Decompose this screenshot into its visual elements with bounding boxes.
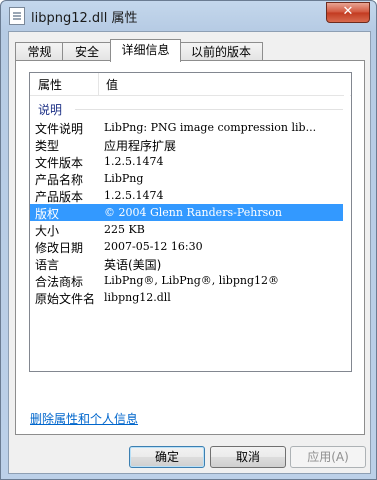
list-header: 属性 值 — [30, 73, 351, 96]
list-scrollbar[interactable] — [344, 95, 350, 371]
detail-row[interactable]: 文件说明 LibPng: PNG image compression lib..… — [30, 119, 343, 136]
detail-row[interactable]: 修改日期 2007-05-12 16:30 — [30, 238, 343, 255]
apply-button[interactable]: 应用(A) — [290, 446, 366, 468]
group-divider — [75, 109, 343, 110]
property-name: 文件说明 — [35, 122, 84, 136]
title-bar[interactable]: libpng12.dll 属性 ✕ — [1, 1, 376, 31]
remove-properties-link[interactable]: 删除属性和个人信息 — [30, 410, 138, 427]
tab-security[interactable]: 安全 — [62, 42, 112, 61]
property-value: 2007-05-12 16:30 — [104, 240, 203, 253]
property-value: 225 KB — [104, 223, 145, 236]
file-icon — [9, 7, 25, 25]
property-value: LibPng: PNG image compression lib... — [104, 121, 317, 134]
detail-row[interactable]: 产品版本 1.2.5.1474 — [30, 187, 343, 204]
property-value: libpng12.dll — [104, 291, 171, 304]
property-name: 大小 — [35, 224, 60, 238]
details-panel: 属性 值 说明 文件说明 LibPng: PNG image compressi… — [15, 60, 365, 435]
property-value: © 2004 Glenn Randers-Pehrson — [104, 206, 282, 219]
property-value: LibPng®, LibPng®, libpng12® — [104, 274, 280, 287]
property-name: 语言 — [35, 258, 60, 272]
detail-row[interactable]: 类型 应用程序扩展 — [30, 136, 343, 153]
property-value: 英语(美国) — [104, 258, 162, 272]
close-button[interactable]: ✕ — [326, 2, 370, 23]
column-header-property[interactable]: 属性 — [38, 76, 62, 93]
properties-window: libpng12.dll 属性 ✕ 常规 安全 详细信息 以前的版本 属性 值 … — [0, 0, 377, 480]
tab-general[interactable]: 常规 — [15, 42, 64, 61]
property-name: 合法商标 — [35, 275, 84, 289]
tab-strip: 常规 安全 详细信息 以前的版本 — [15, 39, 365, 62]
property-value: 1.2.5.1474 — [104, 155, 164, 168]
property-name: 修改日期 — [35, 241, 84, 255]
detail-row[interactable]: 文件版本 1.2.5.1474 — [30, 153, 343, 170]
window-title: libpng12.dll 属性 — [31, 11, 138, 26]
detail-row[interactable]: 语言 英语(美国) — [30, 255, 343, 272]
detail-row[interactable]: 大小 225 KB — [30, 221, 343, 238]
ok-button[interactable]: 确定 — [129, 446, 205, 468]
property-value: 应用程序扩展 — [104, 139, 177, 153]
cancel-button[interactable]: 取消 — [210, 446, 286, 468]
detail-row[interactable]: 产品名称 LibPng — [30, 170, 343, 187]
property-name: 文件版本 — [35, 156, 84, 170]
property-name: 版权 — [35, 207, 60, 221]
dialog-client: 常规 安全 详细信息 以前的版本 属性 值 说明 文件说明 LibPng: PN… — [8, 31, 371, 474]
column-divider[interactable] — [98, 73, 99, 95]
detail-row-selected[interactable]: 版权 © 2004 Glenn Randers-Pehrson — [30, 204, 343, 221]
property-name: 产品名称 — [35, 173, 84, 187]
detail-row[interactable]: 合法商标 LibPng®, LibPng®, libpng12® — [30, 272, 343, 289]
detail-row[interactable]: 原始文件名 libpng12.dll — [30, 289, 343, 306]
group-header-description: 说明 — [38, 103, 63, 117]
property-value: 1.2.5.1474 — [104, 189, 164, 202]
details-list[interactable]: 属性 值 说明 文件说明 LibPng: PNG image compressi… — [29, 72, 352, 372]
property-value: LibPng — [104, 172, 144, 185]
column-header-value[interactable]: 值 — [106, 76, 118, 93]
property-name: 原始文件名 — [35, 292, 96, 306]
tab-details[interactable]: 详细信息 — [110, 39, 181, 62]
property-name: 类型 — [35, 139, 60, 153]
tab-previous-versions[interactable]: 以前的版本 — [179, 42, 263, 61]
property-name: 产品版本 — [35, 190, 84, 204]
